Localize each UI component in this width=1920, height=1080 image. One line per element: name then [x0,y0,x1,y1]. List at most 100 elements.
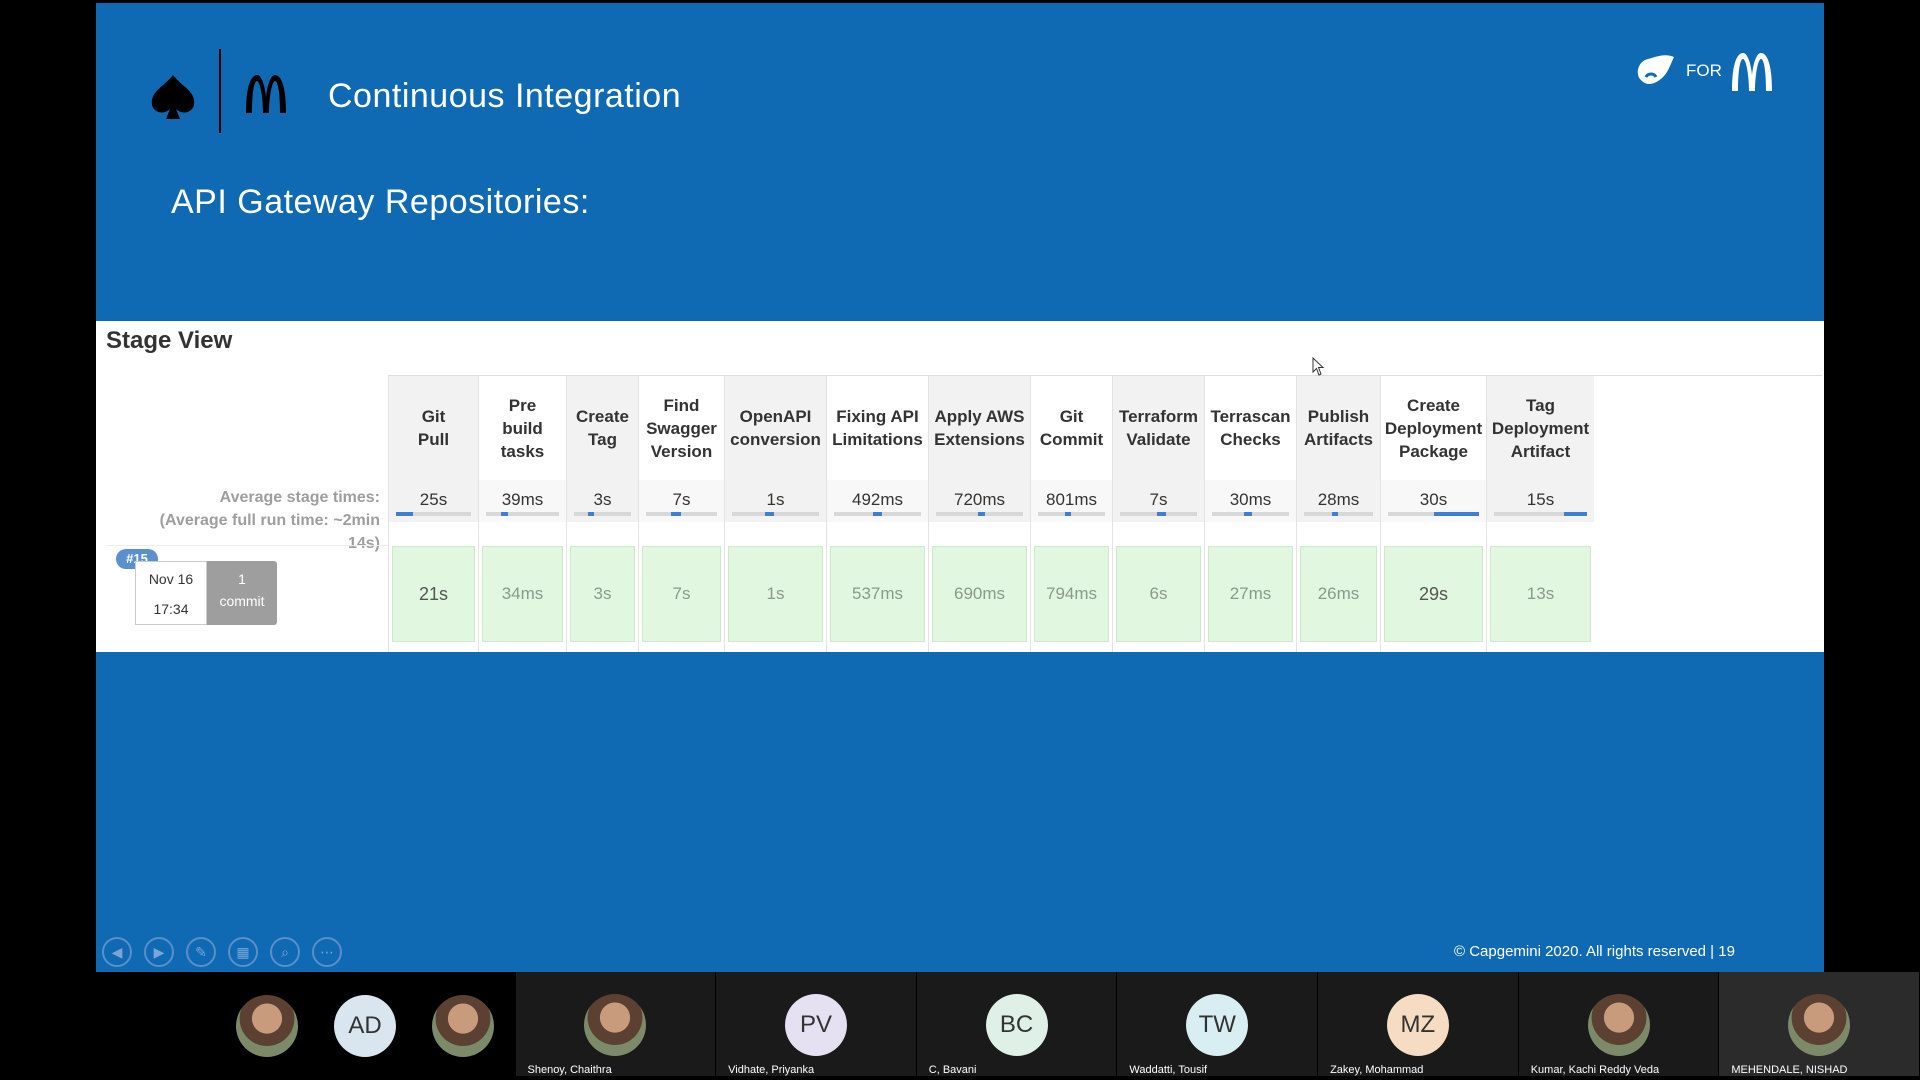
stage-average-value: 3s [593,490,612,509]
more-options-icon[interactable]: ⋯ [312,937,342,967]
stage-average-value: 720ms [953,490,1006,509]
participant-tile[interactable]: MEHENDALE, NISHAD [1719,972,1919,1076]
stage-progress-fill [1156,512,1167,516]
stage-average-value: 801ms [1045,490,1098,509]
stage-progress-bar [732,512,819,516]
stage-header: Create Deployment Package [1381,376,1486,480]
stage-average-value: 15s [1526,490,1555,509]
stage-progress-fill [1331,512,1339,516]
participant-avatar [584,994,647,1056]
stage-header: Git Commit [1031,376,1112,480]
stage-progress-fill [670,512,682,516]
stage-column: OpenAPI conversion 1s 1s [724,376,826,652]
stage-run-cell[interactable]: 13s [1490,546,1591,642]
stage-column: Publish Artifacts 28ms 26ms [1296,376,1380,652]
stage-header: Create Tag [567,376,638,480]
stage-average-time: 15s [1487,480,1594,522]
slideshow-controls: ◀ ▶ ✎ ▦ ⌕ ⋯ [102,937,342,967]
stage-column: Tag Deployment Artifact 15s 13s [1486,376,1594,652]
participant-avatar[interactable] [432,995,494,1057]
stage-grid: Git Pull 25s 21s Pre build tasks 39ms 34ms Cre… [388,375,1822,652]
stage-header: Fixing API Limitations [827,376,928,480]
stage-column: Pre build tasks 39ms 34ms [478,376,566,652]
stage-header: Publish Artifacts [1297,376,1380,480]
stage-average-value: 1s [766,490,785,509]
participant-tile[interactable]: MZ Zakey, Mohammad [1318,972,1518,1076]
commit-count: 1 [238,571,246,587]
pen-icon[interactable]: ✎ [186,937,216,967]
stage-run-cell[interactable]: 3s [570,546,635,642]
participant-avatar: PV [784,994,847,1056]
stage-run-cell[interactable]: 21s [392,546,475,642]
participant-name: Waddatti, Tousif [1129,1064,1208,1076]
stage-run-cell[interactable]: 7s [642,546,721,642]
stage-progress-bar [396,512,471,516]
stage-average-value: 30ms [1229,490,1272,509]
stage-run-cell[interactable]: 27ms [1208,546,1293,642]
stage-average-time: 1s [725,480,826,522]
stage-run-cell[interactable]: 1s [728,546,823,642]
slide-subtitle: API Gateway Repositories: [171,183,590,221]
stage-run-cell[interactable]: 26ms [1300,546,1377,642]
zoom-icon[interactable]: ⌕ [270,937,300,967]
participant-tile[interactable]: BC C, Bavani [916,972,1117,1076]
previous-slide-icon[interactable]: ◀ [102,937,132,967]
stage-column: Git Pull 25s 21s [388,376,478,652]
stage-run-cell[interactable]: 794ms [1034,546,1109,642]
capgemini-spade-icon [1637,55,1674,84]
next-slide-icon[interactable]: ▶ [144,937,174,967]
stage-header: Git Pull [389,376,478,480]
stage-average-time: 801ms [1031,480,1112,522]
build-date: Nov 16 [148,571,194,587]
stage-progress-bar [646,512,717,516]
participant-avatar[interactable] [236,995,298,1057]
see-all-slides-icon[interactable]: ▦ [228,937,258,967]
stage-progress-fill [873,512,882,516]
participant-tile[interactable]: Kumar, Kachi Reddy Veda [1518,972,1719,1076]
stage-progress-bar [1212,512,1289,516]
stage-run-cell[interactable]: 29s [1384,546,1483,642]
stage-progress-bar [1494,512,1587,516]
stage-column: Terrascan Checks 30ms 27ms [1204,376,1296,652]
participant-name: MEHENDALE, NISHAD [1731,1064,1848,1076]
slide-title: Continuous Integration [328,77,682,115]
stage-progress-bar [936,512,1023,516]
stage-column: Fixing API Limitations 492ms 537ms [826,376,928,652]
stage-progress-fill [977,512,985,516]
stage-header: OpenAPI conversion [725,376,826,480]
stage-run-cell[interactable]: 34ms [482,546,563,642]
presentation-slide: Continuous Integration API Gateway Repos… [96,3,1824,972]
stage-average-time: 30s [1381,480,1486,522]
build-commit-count[interactable]: 1 commit [207,561,277,625]
stage-average-time: 28ms [1297,480,1380,522]
participant-avatar[interactable]: AD [334,995,396,1057]
stage-column: Create Deployment Package 30s 29s [1380,376,1486,652]
stage-progress-fill [1563,512,1587,516]
copyright-footer: © Capgemini 2020. All rights reserved | … [1454,943,1735,960]
participant-tile[interactable]: TW Waddatti, Tousif [1117,972,1318,1076]
participant-avatar: MZ [1386,994,1449,1056]
participant-name: Shenoy, Chaithra [527,1064,612,1076]
stage-progress-bar [1120,512,1197,516]
stage-header: Find Swagger Version [639,376,724,480]
stage-average-time: 7s [1113,480,1204,522]
stage-header: Terraform Validate [1113,376,1204,480]
mouse-cursor-icon [1312,357,1325,376]
stage-progress-bar [486,512,559,516]
stage-average-time: 492ms [827,480,928,522]
participant-avatar [1788,994,1851,1056]
stage-progress-bar [574,512,631,516]
participant-tile[interactable]: Shenoy, Chaithra [515,972,716,1076]
participant-tile[interactable]: PV Vidhate, Priyanka [716,972,916,1076]
stage-progress-bar [834,512,921,516]
stage-view-title: Stage View [106,327,233,354]
jenkins-stage-view: Stage View Average stage times: (Average… [96,321,1824,652]
stage-run-cell[interactable]: 6s [1116,546,1201,642]
stage-run-cell[interactable]: 690ms [932,546,1027,642]
mcdonalds-arches-icon [1731,53,1772,91]
stage-average-value: 25s [419,490,448,509]
stage-run-cell[interactable]: 537ms [830,546,925,642]
meeting-participants-strip: AD Shenoy, Chaithra PV Vidhate, Priyanka BC… [96,972,1920,1080]
build-run-row[interactable]: #15 Nov 16 17:34 1 commit [106,545,388,639]
commit-label: commit [219,593,265,609]
